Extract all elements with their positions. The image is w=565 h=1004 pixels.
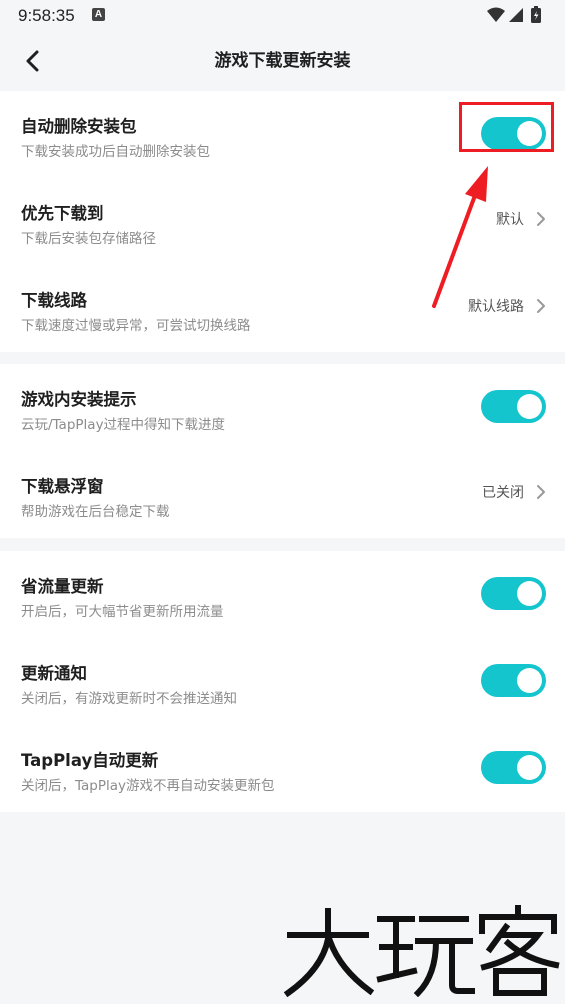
wifi-icon bbox=[487, 7, 505, 22]
setting-row-in-game-install-tip[interactable]: 游戏内安装提示 云玩/TapPlay过程中得知下载进度 bbox=[0, 364, 565, 451]
setting-row-data-saving-update[interactable]: 省流量更新 开启后，可大幅节省更新所用流量 bbox=[0, 551, 565, 638]
setting-subtitle: 云玩/TapPlay过程中得知下载进度 bbox=[21, 417, 226, 433]
setting-title: 更新通知 bbox=[21, 664, 87, 683]
page-title: 游戏下载更新安装 bbox=[214, 51, 351, 71]
battery-charging-icon bbox=[531, 6, 541, 23]
setting-title: 优先下载到 bbox=[21, 204, 104, 223]
setting-subtitle: 开启后，可大幅节省更新所用流量 bbox=[21, 604, 224, 620]
settings-section-install: 游戏内安装提示 云玩/TapPlay过程中得知下载进度 下载悬浮窗 帮助游戏在后… bbox=[0, 364, 565, 538]
setting-row-update-notification[interactable]: 更新通知 关闭后，有游戏更新时不会推送通知 bbox=[0, 638, 565, 725]
setting-title: 自动删除安装包 bbox=[21, 117, 137, 136]
setting-title: TapPlay自动更新 bbox=[21, 751, 159, 770]
chevron-right-icon bbox=[537, 299, 545, 313]
settings-section-update: 省流量更新 开启后，可大幅节省更新所用流量 更新通知 关闭后，有游戏更新时不会推… bbox=[0, 551, 565, 812]
toggle-knob bbox=[517, 394, 542, 419]
annotation-highlight-box bbox=[459, 102, 554, 152]
setting-row-tapplay-auto-update[interactable]: TapPlay自动更新 关闭后，TapPlay游戏不再自动安装更新包 bbox=[0, 725, 565, 812]
annotation-arrow-icon bbox=[432, 166, 488, 308]
cellular-signal-icon bbox=[509, 8, 523, 22]
setting-title: 下载线路 bbox=[21, 291, 87, 310]
data-saving-update-toggle[interactable] bbox=[481, 577, 546, 610]
status-time: 9:58:35 bbox=[18, 6, 75, 25]
update-notification-toggle[interactable] bbox=[481, 664, 546, 697]
setting-subtitle: 关闭后，TapPlay游戏不再自动安装更新包 bbox=[21, 778, 275, 794]
setting-title: 下载悬浮窗 bbox=[21, 477, 104, 496]
notification-a-icon: A bbox=[92, 8, 105, 21]
setting-subtitle: 关闭后，有游戏更新时不会推送通知 bbox=[21, 691, 237, 707]
header: 游戏下载更新安装 bbox=[0, 32, 565, 88]
setting-subtitle: 下载后安装包存储路径 bbox=[21, 231, 156, 247]
toggle-knob bbox=[517, 581, 542, 606]
toggle-knob bbox=[517, 755, 542, 780]
watermark-logo bbox=[283, 905, 560, 997]
setting-row-download-floating-window[interactable]: 下载悬浮窗 帮助游戏在后台稳定下载 已关闭 bbox=[0, 451, 565, 538]
setting-value: 已关闭 bbox=[482, 485, 524, 501]
tapplay-auto-update-toggle[interactable] bbox=[481, 751, 546, 784]
setting-subtitle: 下载速度过慢或异常，可尝试切换线路 bbox=[21, 318, 251, 334]
setting-subtitle: 帮助游戏在后台稳定下载 bbox=[21, 504, 170, 520]
setting-title: 省流量更新 bbox=[21, 577, 104, 596]
in-game-install-tip-toggle[interactable] bbox=[481, 390, 546, 423]
toggle-knob bbox=[517, 668, 542, 693]
status-indicators bbox=[485, 5, 549, 25]
chevron-right-icon bbox=[537, 485, 545, 499]
setting-subtitle: 下载安装成功后自动删除安装包 bbox=[21, 144, 210, 160]
setting-title: 游戏内安装提示 bbox=[21, 390, 137, 409]
status-bar: 9:58:35 A bbox=[0, 0, 565, 32]
chevron-right-icon bbox=[537, 212, 545, 226]
